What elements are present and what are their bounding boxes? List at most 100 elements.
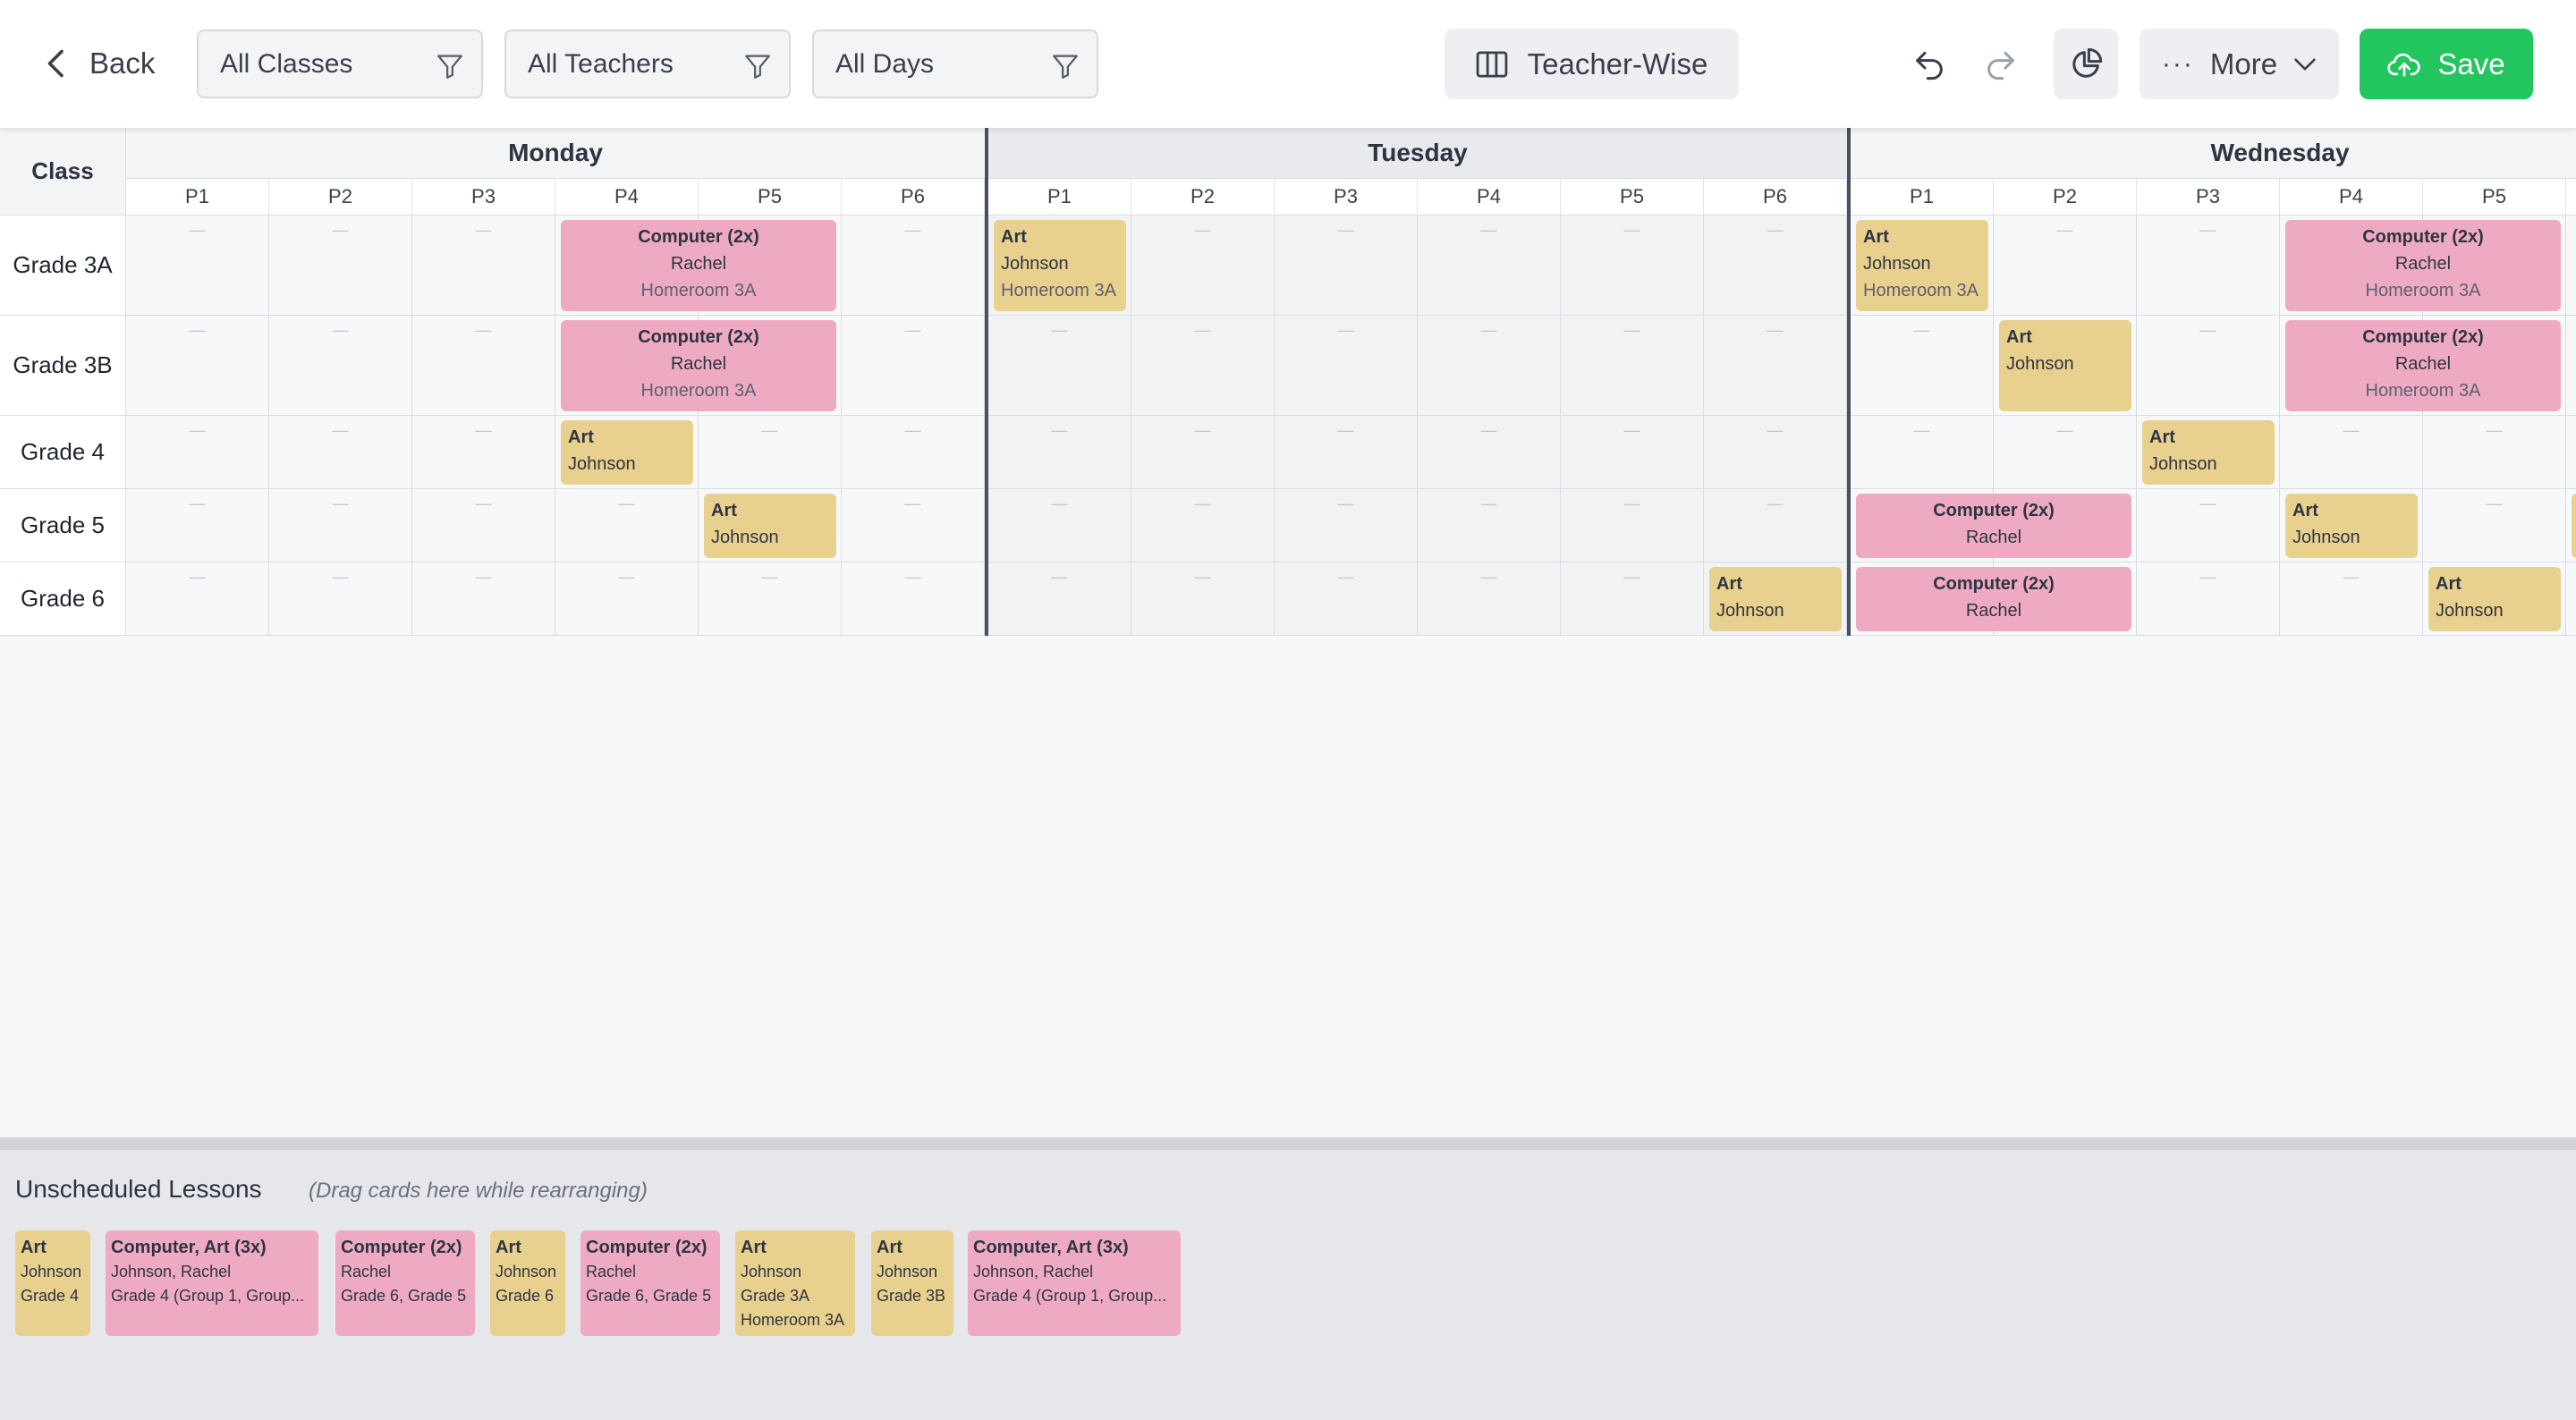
timetable-cell[interactable]: — xyxy=(126,489,269,562)
timetable-cell[interactable]: — xyxy=(2280,562,2423,636)
timetable-cell[interactable]: — xyxy=(269,316,412,416)
timetable-cell[interactable]: — xyxy=(1704,416,1847,489)
timetable-cell[interactable]: — xyxy=(2137,562,2280,636)
timetable-cell[interactable]: — xyxy=(2566,562,2576,636)
timetable-cell[interactable]: — xyxy=(1994,216,2137,316)
unscheduled-lesson-card[interactable]: Art Johnson Grade 3A Homeroom 3A xyxy=(735,1230,855,1336)
timetable-cell[interactable]: — xyxy=(1418,216,1561,316)
timetable-cell[interactable]: — xyxy=(1418,416,1561,489)
timetable-cell[interactable]: — xyxy=(1275,416,1418,489)
unscheduled-lesson-card[interactable]: Art Johnson Grade 3B xyxy=(871,1230,953,1336)
timetable-cell[interactable]: — xyxy=(269,216,412,316)
computer-lesson-card[interactable]: Computer (2x) Rachel Homeroom 3A xyxy=(561,220,836,311)
more-menu-button[interactable]: ··· More xyxy=(2140,29,2339,99)
timetable-cell[interactable]: — xyxy=(126,216,269,316)
timetable-cell[interactable]: — xyxy=(1561,489,1704,562)
art-lesson-card[interactable]: ArtJohnson xyxy=(704,494,836,558)
timetable-cell[interactable]: — xyxy=(2423,416,2566,489)
art-lesson-card[interactable]: ArtJohnson xyxy=(2142,420,2275,485)
timetable-cell[interactable]: — xyxy=(2566,216,2576,316)
timetable-cell[interactable]: — xyxy=(1851,316,1994,416)
timetable-cell[interactable]: — xyxy=(1131,562,1275,636)
timetable-cell[interactable]: — xyxy=(2137,316,2280,416)
timetable-cell[interactable]: — xyxy=(1275,489,1418,562)
day-filter[interactable]: All Days xyxy=(812,30,1098,98)
timetable-cell[interactable]: — xyxy=(1275,216,1418,316)
timetable-cell[interactable]: — xyxy=(555,562,699,636)
unscheduled-lesson-card[interactable]: Computer, Art (3x) Johnson, Rachel Grade 4… xyxy=(968,1230,1181,1336)
timetable-cell[interactable]: — xyxy=(1704,216,1847,316)
computer-lesson-card[interactable]: Computer (2x) Rachel Homeroom 3A xyxy=(561,320,836,411)
timetable-cell[interactable]: — xyxy=(2423,489,2566,562)
timetable-cell[interactable]: — xyxy=(2137,216,2280,316)
timetable-cell[interactable]: — xyxy=(269,562,412,636)
timetable-cell[interactable]: — xyxy=(1704,316,1847,416)
save-button[interactable]: Save xyxy=(2360,29,2533,99)
timetable-cell[interactable]: — xyxy=(269,489,412,562)
timetable-cell[interactable]: — xyxy=(842,316,985,416)
timetable-cell[interactable]: — xyxy=(1275,316,1418,416)
statistics-button[interactable] xyxy=(2054,29,2118,99)
timetable-cell[interactable]: — xyxy=(988,316,1131,416)
timetable-cell[interactable]: — xyxy=(699,416,842,489)
unscheduled-lesson-card[interactable]: Computer (2x) Rachel Grade 6, Grade 5 xyxy=(580,1230,720,1336)
timetable-cell[interactable]: — xyxy=(842,416,985,489)
timetable-cell[interactable]: — xyxy=(412,489,555,562)
unscheduled-lesson-card[interactable]: Art Johnson Grade 4 xyxy=(15,1230,90,1336)
teacher-filter[interactable]: All Teachers xyxy=(504,30,791,98)
timetable-cell[interactable]: — xyxy=(1418,316,1561,416)
computer-lesson-card[interactable]: Computer (2x) Rachel Homeroom 3A xyxy=(2285,320,2561,411)
computer-lesson-card[interactable]: Computer (2x) Rachel xyxy=(1856,567,2131,631)
timetable-cell[interactable]: — xyxy=(1851,416,1994,489)
timetable-cell[interactable]: — xyxy=(412,216,555,316)
timetable-cell[interactable]: — xyxy=(842,216,985,316)
timetable-cell[interactable]: — xyxy=(2566,316,2576,416)
unscheduled-lesson-card[interactable]: Computer (2x) Rachel Grade 6, Grade 5 xyxy=(335,1230,475,1336)
timetable-cell[interactable]: — xyxy=(412,316,555,416)
unscheduled-lesson-card[interactable]: Computer, Art (3x) Johnson, Rachel Grade 4… xyxy=(106,1230,318,1336)
undo-button[interactable] xyxy=(1902,36,1957,91)
art-lesson-card[interactable]: ArtJohnson xyxy=(561,420,693,485)
art-lesson-card[interactable]: ArtJohnson xyxy=(2428,567,2561,631)
timetable-cell[interactable]: — xyxy=(988,489,1131,562)
timetable-cell[interactable]: — xyxy=(1418,562,1561,636)
timetable-cell[interactable]: — xyxy=(1275,562,1418,636)
art-lesson-card[interactable]: ArtJohnson xyxy=(1999,320,2131,411)
timetable-cell[interactable]: — xyxy=(1561,316,1704,416)
computer-lesson-card[interactable]: Computer (2x) Rachel Homeroom 3A xyxy=(2285,220,2561,311)
timetable-cell[interactable]: — xyxy=(2137,489,2280,562)
timetable-cell[interactable]: — xyxy=(988,562,1131,636)
computer-lesson-card[interactable]: Computer (2x) Rachel xyxy=(1856,494,2131,558)
art-lesson-card[interactable]: ArtJohnson xyxy=(2285,494,2418,558)
timetable-cell[interactable]: — xyxy=(1131,416,1275,489)
timetable-cell[interactable]: — xyxy=(555,489,699,562)
timetable-cell[interactable]: — xyxy=(2566,416,2576,489)
timetable-cell[interactable]: — xyxy=(1561,216,1704,316)
timetable-cell[interactable]: — xyxy=(1994,416,2137,489)
view-mode-button[interactable]: Teacher-Wise xyxy=(1445,29,1739,99)
timetable-cell[interactable]: — xyxy=(1561,416,1704,489)
redo-button[interactable] xyxy=(1973,36,2029,91)
unscheduled-lesson-card[interactable]: Art Johnson Grade 6 xyxy=(490,1230,565,1336)
timetable-cell[interactable]: — xyxy=(699,562,842,636)
timetable-cell[interactable]: — xyxy=(126,562,269,636)
timetable-cell[interactable]: — xyxy=(1131,489,1275,562)
timetable-cell[interactable]: — xyxy=(842,489,985,562)
timetable-cell[interactable]: — xyxy=(842,562,985,636)
timetable-cell[interactable]: — xyxy=(988,416,1131,489)
back-button[interactable]: Back xyxy=(43,32,155,95)
timetable-cell[interactable]: — xyxy=(1131,316,1275,416)
timetable-cell[interactable]: — xyxy=(269,416,412,489)
art-lesson-card[interactable]: Art Johnson Homeroom 3A xyxy=(994,220,1126,311)
timetable-cell[interactable]: — xyxy=(126,316,269,416)
timetable-cell[interactable]: — xyxy=(1418,489,1561,562)
art-lesson-card[interactable]: Art Johnson Homeroom 3A xyxy=(1856,220,1988,311)
unscheduled-panel[interactable]: Unscheduled Lessons (Drag cards here whi… xyxy=(0,1137,2576,1420)
timetable-cell[interactable]: — xyxy=(412,562,555,636)
art-lesson-card[interactable]: ArtJohnson xyxy=(1709,567,1842,631)
timetable-cell[interactable]: — xyxy=(2280,416,2423,489)
timetable-cell[interactable]: — xyxy=(1704,489,1847,562)
timetable-cell[interactable]: — xyxy=(126,416,269,489)
class-filter[interactable]: All Classes xyxy=(197,30,483,98)
art-lesson-card[interactable]: ArtJohnson xyxy=(2572,494,2576,558)
